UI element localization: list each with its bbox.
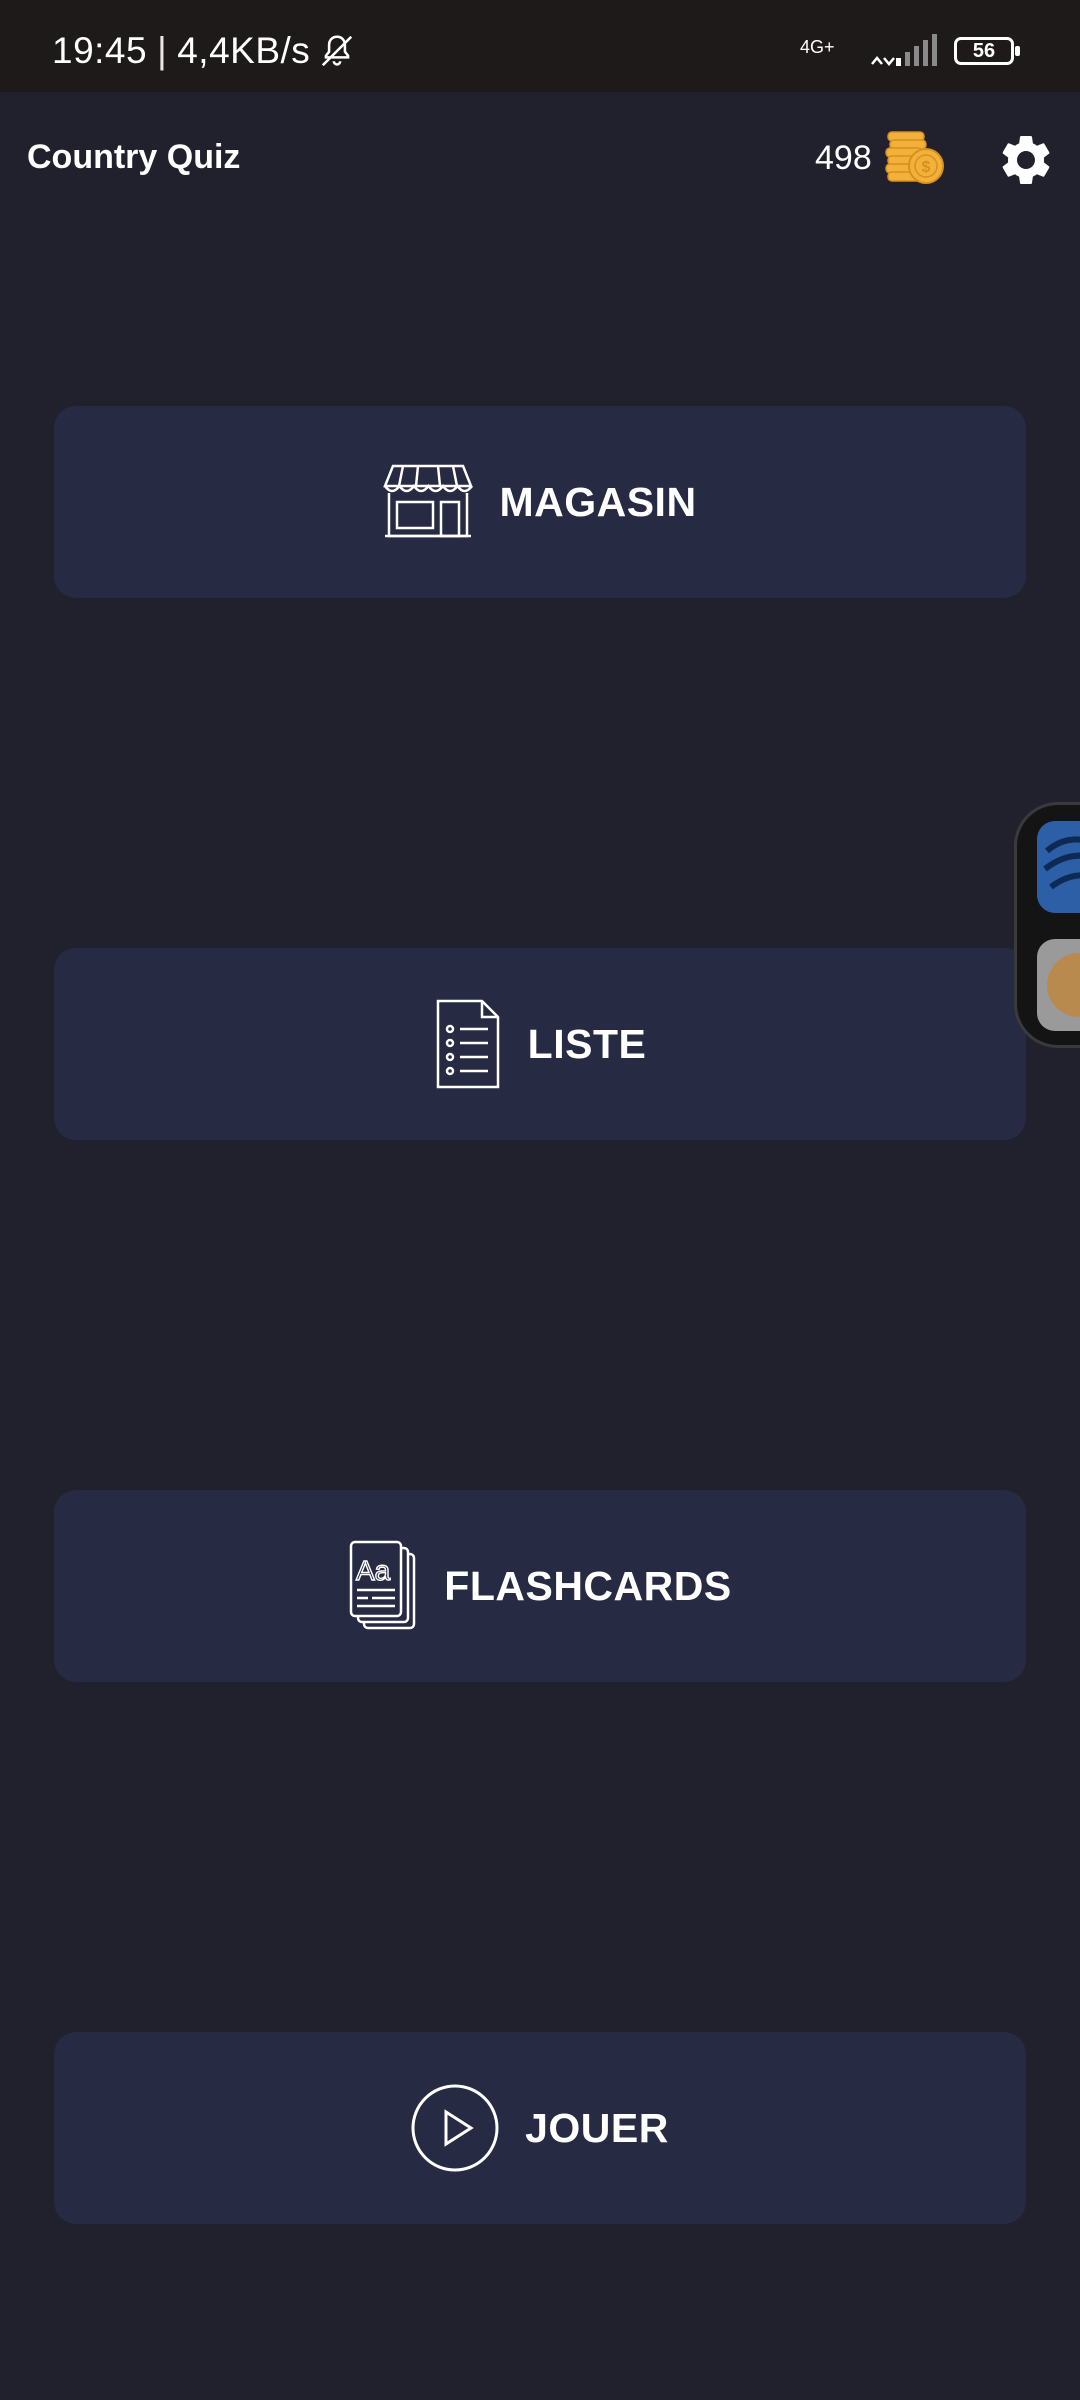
list-document-icon [436, 999, 499, 1089]
coin-count: 498 [815, 138, 872, 177]
status-bar: 19:45 | 4,4KB/s 4G+ 56 [0, 0, 1080, 92]
app-bar: Country Quiz 498 $ [0, 92, 1080, 232]
svg-text:Aa: Aa [356, 1555, 391, 1586]
bell-off-icon [322, 35, 353, 67]
status-separator: | [157, 30, 168, 71]
app-logo-icon [1047, 953, 1080, 1017]
floating-app-shortcut[interactable] [1037, 821, 1080, 913]
signal-icon [871, 34, 937, 66]
floating-app-dock[interactable] [1014, 802, 1080, 1048]
floating-app-shortcut[interactable] [1037, 939, 1080, 1031]
list-button[interactable]: LISTE [54, 948, 1026, 1140]
shop-button[interactable]: MAGASIN [54, 406, 1026, 598]
flashcards-icon: Aa [350, 1540, 416, 1630]
coins-icon: $ [884, 131, 944, 184]
status-time: 19:45 [52, 30, 148, 71]
battery-level: 56 [972, 39, 996, 62]
play-circle-icon [411, 2084, 499, 2172]
store-icon [383, 464, 474, 538]
settings-gear-icon[interactable] [996, 130, 1056, 190]
flashcards-button[interactable]: Aa FLASHCARDS [54, 1490, 1026, 1682]
play-button-label: JOUER [525, 2104, 669, 2151]
shop-button-label: MAGASIN [499, 478, 697, 525]
app-logo-icon [1043, 836, 1080, 890]
svg-text:$: $ [921, 159, 930, 176]
status-left: 19:45 | 4,4KB/s [52, 30, 356, 72]
play-button[interactable]: JOUER [54, 2032, 1026, 2224]
app-title: Country Quiz [27, 138, 241, 176]
coin-balance: 498 $ [815, 130, 946, 186]
network-type: 4G+ [800, 37, 835, 57]
flashcards-button-label: FLASHCARDS [444, 1562, 732, 1609]
battery-icon: 56 [954, 37, 1020, 65]
status-net-speed: 4,4KB/s [177, 30, 311, 71]
status-right: 4G+ 56 [800, 34, 1020, 68]
list-button-label: LISTE [527, 1020, 647, 1067]
